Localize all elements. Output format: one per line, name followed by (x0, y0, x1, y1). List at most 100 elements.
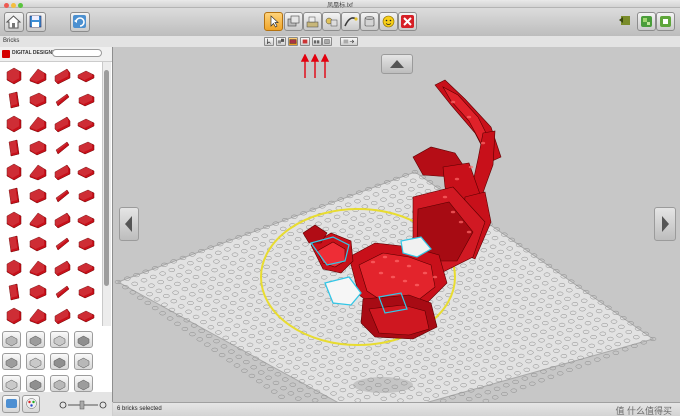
category-button[interactable] (26, 353, 45, 370)
3d-viewport[interactable] (113, 47, 680, 402)
brick-thumbnail[interactable] (3, 64, 25, 86)
camera-right-button[interactable] (654, 207, 676, 241)
brick-thumbnail[interactable] (75, 64, 97, 86)
hinge-align-tool-button[interactable] (322, 12, 341, 31)
brick-thumbnail[interactable] (51, 112, 73, 134)
brick-thumbnail[interactable] (27, 112, 49, 134)
brick-thumbnail[interactable] (51, 232, 73, 254)
view-mode-button[interactable] (637, 12, 656, 31)
clone-tool-button[interactable] (284, 12, 303, 31)
brick-thumbnail[interactable] (75, 280, 97, 302)
category-button[interactable] (74, 331, 93, 348)
arrow-up-icon (390, 60, 404, 68)
zoom-out-icon[interactable] (59, 401, 67, 409)
brick-thumbnail[interactable] (51, 136, 73, 158)
brick-thumbnail[interactable] (75, 184, 97, 206)
brick-thumbnail[interactable] (3, 232, 25, 254)
same-brick-select-button[interactable] (322, 37, 332, 46)
bricks-tab-label[interactable]: Bricks (3, 37, 19, 46)
brick-thumbnail[interactable] (3, 88, 25, 110)
watermark-text: 值 什么值得买 (615, 406, 672, 416)
main-toolbar (0, 8, 680, 37)
brick-thumbnail[interactable] (51, 280, 73, 302)
brick-thumbnail[interactable] (75, 112, 97, 134)
category-button[interactable] (74, 375, 93, 392)
category-button[interactable] (2, 331, 21, 348)
brick-search-input[interactable] (52, 49, 102, 57)
build-mode-button[interactable] (617, 12, 636, 31)
hinge-tool-button[interactable] (303, 12, 322, 31)
palette-scrollbar[interactable] (102, 62, 111, 326)
zoom-slider-thumb[interactable] (79, 400, 85, 410)
hide-tool-button[interactable] (379, 12, 398, 31)
camera-up-button[interactable] (381, 54, 413, 74)
palette-footer (0, 392, 112, 416)
brick-thumbnail[interactable] (3, 304, 25, 326)
arrow-left-icon (125, 216, 132, 232)
category-button[interactable] (26, 375, 45, 392)
brick-thumbnail[interactable] (27, 184, 49, 206)
scene-canvas[interactable] (113, 47, 680, 402)
zoom-in-icon[interactable] (99, 401, 107, 409)
brick-thumbnail[interactable] (75, 160, 97, 182)
brick-thumbnail[interactable] (75, 304, 97, 326)
brick-thumbnail[interactable] (75, 208, 97, 230)
invert-selection-button[interactable] (340, 37, 358, 46)
save-button[interactable] (26, 12, 46, 32)
flex-tool-button[interactable] (341, 12, 360, 31)
zoom-slider[interactable] (58, 399, 108, 411)
brick-thumbnail[interactable] (51, 88, 73, 110)
brick-thumbnail[interactable] (3, 184, 25, 206)
brick-thumbnail[interactable] (75, 256, 97, 278)
brick-thumbnail[interactable] (27, 64, 49, 86)
flex-icon (344, 17, 358, 27)
brick-thumbnail[interactable] (51, 304, 73, 326)
select-tool-button[interactable] (264, 12, 283, 31)
category-button[interactable] (50, 375, 69, 392)
connected-select-button[interactable] (288, 37, 298, 46)
multi-select-button[interactable] (276, 37, 286, 46)
brick-thumbnail[interactable] (51, 208, 73, 230)
brick-thumbnail[interactable] (27, 280, 49, 302)
brick-thumbnail[interactable] (75, 232, 97, 254)
brick-thumbnail[interactable] (27, 208, 49, 230)
brick-thumbnail[interactable] (51, 160, 73, 182)
category-button[interactable] (50, 353, 69, 370)
undo-button[interactable] (70, 12, 90, 32)
camera-left-button[interactable] (119, 207, 139, 241)
same-shape-select-button[interactable] (312, 37, 322, 46)
brick-thumbnail[interactable] (27, 256, 49, 278)
brick-thumbnail[interactable] (3, 256, 25, 278)
category-icon (77, 379, 90, 391)
palette-scroll-thumb[interactable] (104, 70, 109, 286)
instructions-button[interactable] (656, 12, 675, 31)
brick-thumbnail[interactable] (27, 232, 49, 254)
brick-thumbnail[interactable] (3, 160, 25, 182)
brick-thumbnail[interactable] (51, 184, 73, 206)
brick-thumbnail[interactable] (27, 136, 49, 158)
brick-thumbnail[interactable] (75, 88, 97, 110)
brick-thumbnail[interactable] (3, 112, 25, 134)
same-color-select-button[interactable] (300, 37, 310, 46)
category-button[interactable] (26, 331, 45, 348)
brick-thumbnail[interactable] (51, 64, 73, 86)
brick-thumbnail[interactable] (3, 280, 25, 302)
brick-thumbnail[interactable] (3, 208, 25, 230)
category-button[interactable] (74, 353, 93, 370)
single-select-button[interactable] (264, 37, 274, 46)
delete-tool-button[interactable] (398, 12, 417, 31)
palette-view-button[interactable] (2, 395, 20, 413)
selection-status-text: 6 bricks selected (117, 406, 162, 412)
brick-thumbnail[interactable] (27, 304, 49, 326)
color-palette-button[interactable] (22, 395, 40, 413)
brick-thumbnail[interactable] (3, 136, 25, 158)
brick-thumbnail[interactable] (75, 136, 97, 158)
category-button[interactable] (50, 331, 69, 348)
brick-thumbnail[interactable] (27, 88, 49, 110)
paint-tool-button[interactable] (360, 12, 379, 31)
brick-thumbnail[interactable] (51, 256, 73, 278)
category-button[interactable] (2, 353, 21, 370)
home-button[interactable] (4, 12, 24, 32)
brick-thumbnail[interactable] (27, 160, 49, 182)
category-button[interactable] (2, 375, 21, 392)
